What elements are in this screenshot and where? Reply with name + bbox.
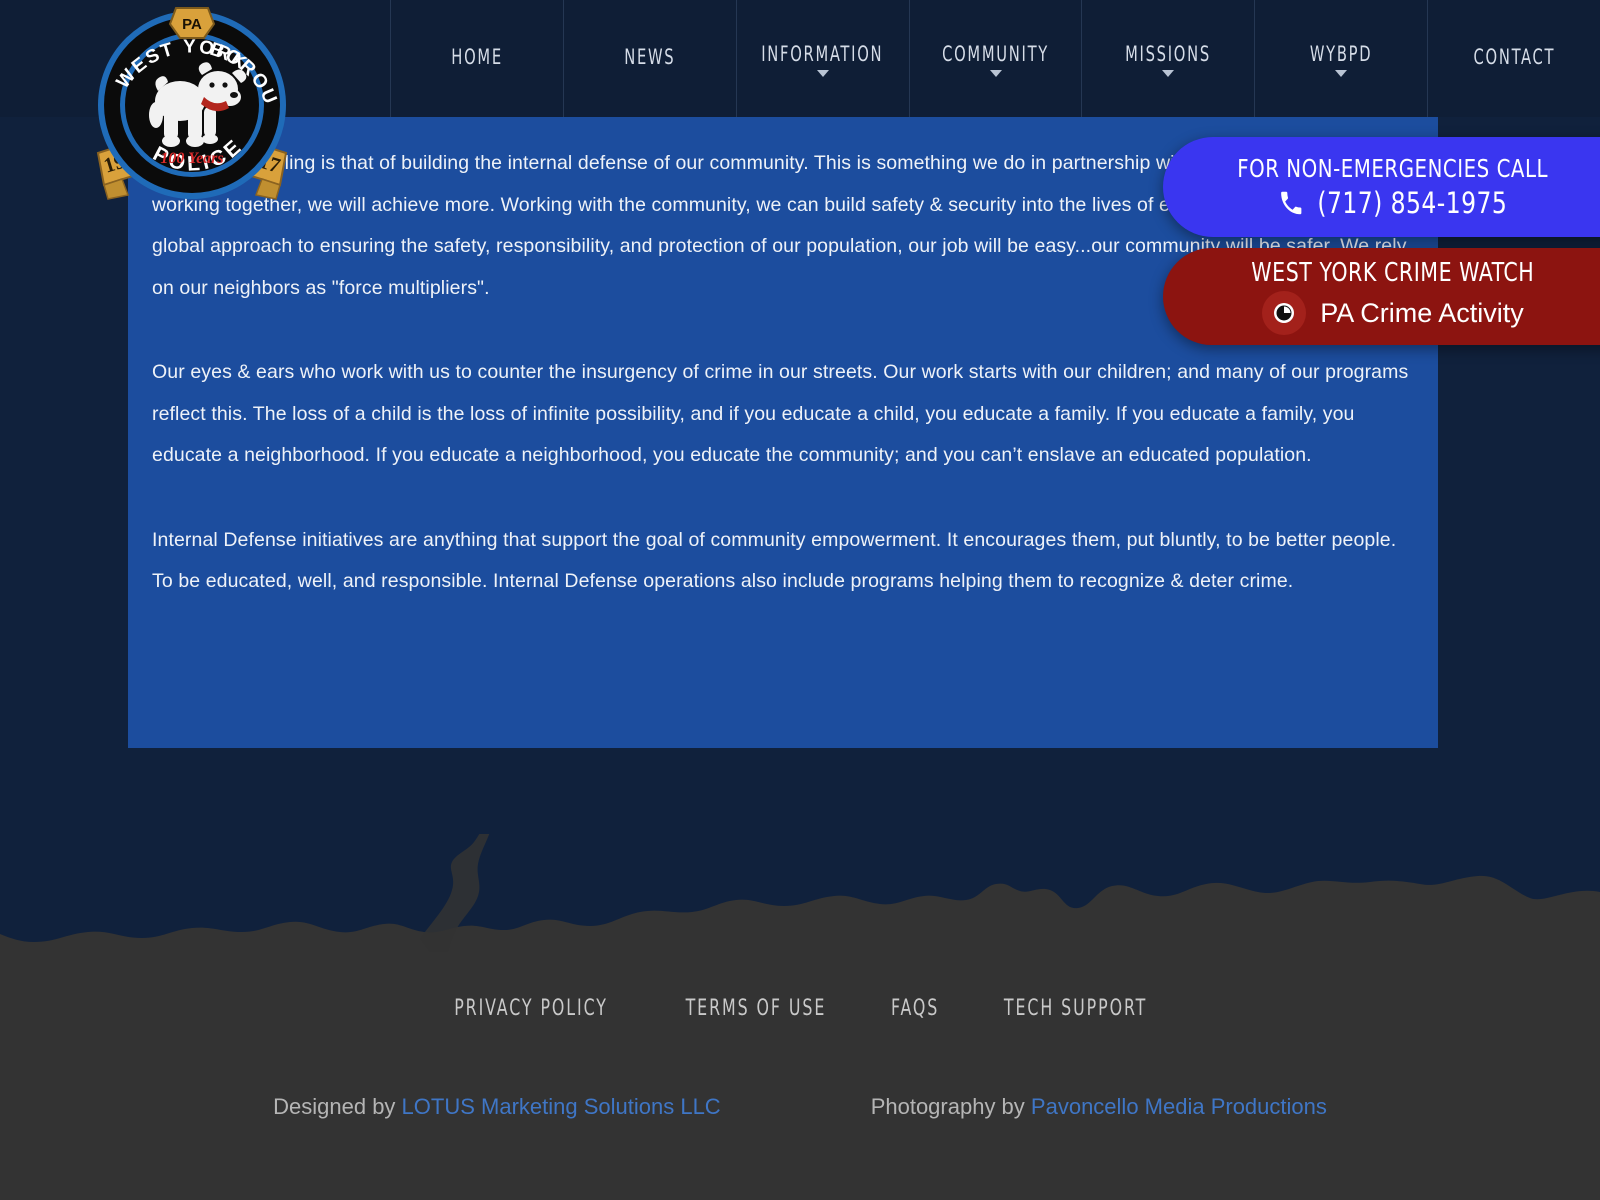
- content-paragraph-3: Internal Defense initiatives are anythin…: [152, 528, 1397, 593]
- chevron-down-icon: [816, 70, 829, 77]
- nav-item-wybpd[interactable]: WYBPD: [1255, 0, 1429, 117]
- nav-item-missions[interactable]: MISSIONS: [1082, 0, 1256, 117]
- pa-keystone-icon: PA: [168, 7, 216, 39]
- crime-watch-icon: [1262, 291, 1307, 335]
- non-emergency-title: FOR NON-EMERGENCIES CALL: [1237, 154, 1549, 183]
- chevron-down-icon: [989, 70, 1002, 77]
- credit-photographer: Photography by Pavoncello Media Producti…: [871, 1094, 1327, 1120]
- crime-watch-widget[interactable]: WEST YORK CRIME WATCH PA Crime Activity: [1163, 248, 1600, 345]
- crime-watch-glyph: [1274, 303, 1295, 323]
- footer-link-faqs[interactable]: FAQS: [891, 996, 939, 1021]
- nav-label-home: HOME: [451, 44, 503, 69]
- footer-credits: Designed by LOTUS Marketing Solutions LL…: [0, 1094, 1600, 1120]
- nav-item-contact[interactable]: CONTACT: [1428, 0, 1600, 117]
- credit-designer-prefix: Designed by: [273, 1094, 402, 1119]
- content-paragraph-2: Our eyes & ears who work with us to coun…: [152, 361, 1409, 466]
- svg-text:PA: PA: [182, 16, 202, 33]
- footer-links: PRIVACY POLICY TERMS OF USE FAQS TECH SU…: [0, 996, 1600, 1021]
- non-emergency-call-widget[interactable]: FOR NON-EMERGENCIES CALL (717) 854-1975: [1163, 137, 1600, 237]
- crime-watch-subtitle-row: PA Crime Activity: [1262, 291, 1524, 335]
- non-emergency-phone-number: (717) 854-1975: [1317, 186, 1508, 220]
- crime-watch-title: WEST YORK CRIME WATCH: [1251, 258, 1535, 288]
- footer-link-privacy-policy[interactable]: PRIVACY POLICY: [454, 996, 608, 1021]
- footer-link-terms-of-use[interactable]: TERMS OF USE: [685, 996, 826, 1021]
- credit-photographer-prefix: Photography by: [870, 1094, 1031, 1119]
- nav-label-community: COMMUNITY: [942, 42, 1049, 66]
- nav-label-news: NEWS: [624, 44, 676, 69]
- nav-item-news[interactable]: NEWS: [564, 0, 737, 117]
- chevron-down-icon: [1162, 70, 1175, 77]
- nav-label-contact: CONTACT: [1473, 44, 1555, 69]
- site-footer: PRIVACY POLICY TERMS OF USE FAQS TECH SU…: [0, 954, 1600, 1200]
- nav-label-missions: MISSIONS: [1125, 42, 1212, 66]
- nav-label-wybpd: WYBPD: [1309, 42, 1373, 66]
- nav-label-information: INFORMATION: [761, 42, 884, 66]
- non-emergency-phone-row: (717) 854-1975: [1278, 186, 1508, 220]
- credit-designer-link[interactable]: LOTUS Marketing Solutions LLC: [402, 1094, 721, 1119]
- chevron-down-icon: [1335, 70, 1348, 77]
- page-root: PRIVACY POLICY TERMS OF USE FAQS TECH SU…: [0, 0, 1600, 1200]
- credit-designer: Designed by LOTUS Marketing Solutions LL…: [273, 1094, 721, 1120]
- nav-items: HOME NEWS INFORMATION COMMUNITY MISSIONS…: [391, 0, 1600, 117]
- nav-item-home[interactable]: HOME: [391, 0, 564, 117]
- nav-item-information[interactable]: INFORMATION: [737, 0, 910, 117]
- credit-photographer-link[interactable]: Pavoncello Media Productions: [1031, 1094, 1327, 1119]
- footer-link-tech-support[interactable]: TECH SUPPORT: [1004, 996, 1147, 1021]
- phone-icon: [1281, 191, 1302, 215]
- nav-item-community[interactable]: COMMUNITY: [910, 0, 1083, 117]
- torn-brush-divider: [0, 834, 1600, 954]
- police-badge-logo[interactable]: 1917 2017 PA WEST YORK BOROUGH POLICE: [92, 5, 292, 205]
- crime-watch-subtitle: PA Crime Activity: [1320, 297, 1524, 328]
- badge-anniversary-text: 100 Years: [160, 150, 223, 167]
